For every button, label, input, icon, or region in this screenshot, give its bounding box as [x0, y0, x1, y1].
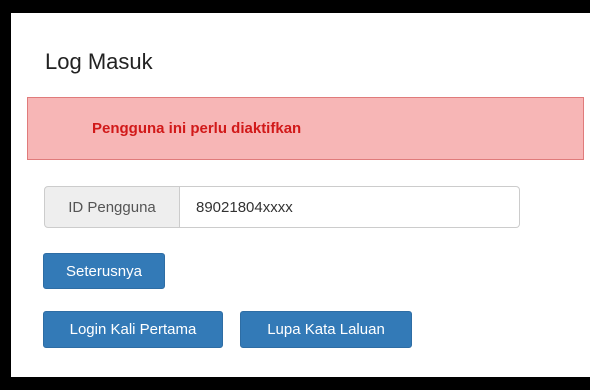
alert-message: Pengguna ini perlu diaktifkan: [92, 120, 302, 137]
user-id-input[interactable]: [180, 186, 520, 228]
page-title: Log Masuk: [45, 49, 153, 74]
error-alert: Pengguna ini perlu diaktifkan: [27, 97, 584, 160]
login-panel: Log Masuk Pengguna ini perlu diaktifkan …: [11, 13, 590, 377]
next-button[interactable]: Seterusnya: [43, 253, 165, 289]
forgot-password-button[interactable]: Lupa Kata Laluan: [240, 311, 412, 348]
user-id-label: ID Pengguna: [44, 186, 180, 228]
first-login-button[interactable]: Login Kali Pertama: [43, 311, 223, 348]
user-id-group: ID Pengguna: [44, 186, 520, 228]
